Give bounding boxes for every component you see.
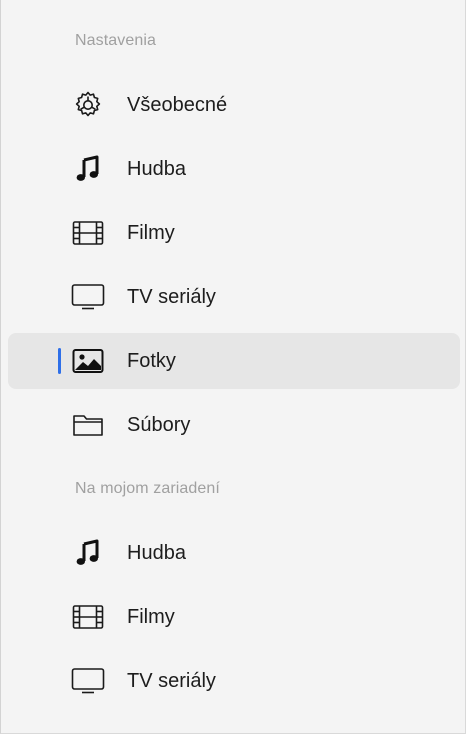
- sidebar-item-label: Hudba: [127, 542, 186, 564]
- film-icon: [70, 217, 106, 249]
- folder-icon: [70, 409, 106, 441]
- music-note-icon: [70, 537, 106, 569]
- photo-icon: [70, 345, 106, 377]
- sidebar-item-label: Filmy: [127, 222, 175, 244]
- sidebar-item-label: Hudba: [127, 158, 186, 180]
- sidebar-item-label: Filmy: [127, 606, 175, 628]
- tv-icon: [70, 665, 106, 697]
- sidebar-item-photos[interactable]: Fotky: [8, 333, 460, 389]
- sidebar-item-device-movies[interactable]: Filmy: [8, 589, 460, 645]
- sidebar-item-general[interactable]: Všeobecné: [8, 77, 460, 133]
- sidebar-item-tv-shows[interactable]: TV seriály: [8, 269, 460, 325]
- gear-icon: [70, 89, 106, 121]
- sidebar-item-label: Fotky: [127, 350, 176, 372]
- music-note-icon: [70, 153, 106, 185]
- selection-indicator: [58, 348, 61, 374]
- sidebar: Nastavenia Všeobecné Hudba Filmy TV seri…: [0, 0, 466, 734]
- sidebar-item-device-music[interactable]: Hudba: [8, 525, 460, 581]
- sidebar-item-movies[interactable]: Filmy: [8, 205, 460, 261]
- sidebar-item-label: Všeobecné: [127, 94, 228, 116]
- sidebar-item-device-tv-shows[interactable]: TV seriály: [8, 653, 460, 709]
- film-icon: [70, 601, 106, 633]
- tv-icon: [70, 281, 106, 313]
- section-header-settings: Nastavenia: [75, 32, 157, 49]
- sidebar-item-files[interactable]: Súbory: [8, 397, 460, 453]
- sidebar-item-music[interactable]: Hudba: [8, 141, 460, 197]
- section-header-on-my-device: Na mojom zariadení: [75, 480, 220, 497]
- sidebar-item-label: TV seriály: [127, 286, 216, 308]
- sidebar-item-label: Súbory: [127, 414, 191, 436]
- sidebar-item-label: TV seriály: [127, 670, 216, 692]
